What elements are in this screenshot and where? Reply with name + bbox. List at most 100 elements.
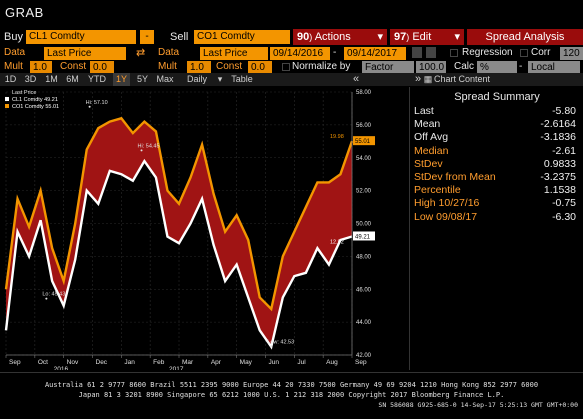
- summary-row-value: -3.2375: [540, 171, 576, 183]
- dropdown-arrow-icon: ▾: [377, 31, 383, 43]
- dropdown-arrow-icon: ▾: [454, 31, 460, 43]
- normalize-label: Normalize by: [292, 61, 351, 72]
- y-tick-label: 58.00: [356, 90, 372, 96]
- tab-1d[interactable]: 1D: [2, 73, 19, 86]
- extreme-label: Hi: 54.45: [138, 143, 160, 149]
- y-tick-label: 48.00: [356, 254, 372, 260]
- x-tick-label: Jan: [124, 359, 135, 366]
- calendar-icon[interactable]: [426, 47, 436, 58]
- summary-row-label: Off Avg: [414, 131, 449, 144]
- ticker-toolbar: Buy CL1 Comdty - Sell CO1 Comdty 90) Act…: [0, 29, 583, 45]
- chevron-down-icon[interactable]: ▾: [216, 73, 224, 86]
- end-date-input[interactable]: 09/14/2017: [344, 47, 406, 60]
- summary-row-value: 1.1538: [543, 184, 576, 197]
- buy-label: Buy: [4, 31, 23, 43]
- x-tick-label: Apr: [211, 359, 222, 366]
- spread-summary-panel: Spread Summary Last -5.80 Mean -2.6164 Off A…: [409, 87, 583, 370]
- extreme-marker: [140, 149, 143, 152]
- tab-1m[interactable]: 1M: [43, 73, 60, 86]
- edit-button[interactable]: 97) Edit ▾: [390, 29, 464, 45]
- x-tick-label: Jul: [297, 359, 306, 366]
- summary-row-label: High 10/27/16: [414, 197, 480, 210]
- mult-label: Mult: [4, 61, 23, 72]
- summary-row-value: -2.61: [552, 144, 576, 157]
- regression-checkbox[interactable]: [450, 49, 458, 57]
- extreme-marker: [270, 345, 273, 348]
- sell-data-select[interactable]: Last Price: [200, 47, 268, 60]
- x-tick-label: Oct: [38, 359, 48, 366]
- collapse-left-icon[interactable]: «: [350, 73, 362, 86]
- corr-window-input[interactable]: 120: [560, 47, 583, 60]
- frequency-select[interactable]: Daily: [180, 73, 214, 86]
- table-button[interactable]: Table: [228, 73, 256, 86]
- tab-ytd[interactable]: YTD: [85, 73, 109, 86]
- spread-analysis-button[interactable]: Spread Analysis: [467, 29, 583, 45]
- sell-label: Sell: [170, 31, 189, 43]
- summary-row-value: 0.9833: [543, 157, 576, 170]
- summary-row-label: Mean: [414, 118, 441, 131]
- extreme-marker: [88, 105, 91, 108]
- sell-data-label: Data: [158, 47, 180, 58]
- normalize-checkbox[interactable]: [282, 63, 290, 71]
- footer: Australia 61 2 9777 8600 Brazil 5511 239…: [0, 372, 583, 419]
- x-tick-label: Mar: [182, 359, 194, 366]
- extreme-label: Low: 42.53: [267, 339, 294, 345]
- tab-3d[interactable]: 3D: [22, 73, 39, 86]
- actions-label: Actions: [314, 31, 351, 43]
- sell-ticker-input[interactable]: CO1 Comdty: [194, 30, 290, 44]
- x-tick-label: Aug: [326, 359, 338, 366]
- data-row: Data Last Price ⇄ Data Last Price 09/14/…: [0, 46, 583, 60]
- summary-row-label: Percentile: [414, 184, 461, 197]
- x-tick-label: Dec: [96, 359, 108, 366]
- tab-max[interactable]: Max: [154, 73, 176, 86]
- corr-checkbox[interactable]: [520, 49, 528, 57]
- calc-label: Calc: [454, 61, 475, 72]
- start-date-input[interactable]: 09/14/2016: [270, 47, 330, 60]
- summary-title: Spread Summary: [454, 91, 540, 103]
- buy-ticker-input[interactable]: CL1 Comdty: [26, 30, 136, 44]
- corr-label: Corr: [531, 47, 551, 58]
- summary-row-label: StDev: [414, 157, 443, 170]
- y-tick-label: 50.00: [356, 222, 372, 228]
- spread-analysis-label: Spread Analysis: [485, 31, 565, 43]
- operator-select[interactable]: -: [140, 30, 154, 44]
- chart-content-button[interactable]: Chart Content: [434, 73, 494, 86]
- legend-cl1: CL1 Comdty 49.21: [12, 97, 58, 103]
- swap-icon[interactable]: ⇄: [136, 46, 145, 60]
- legend-title: Last Price: [12, 90, 36, 96]
- x-tick-label: Sep: [355, 359, 367, 366]
- y-tick-label: 44.00: [356, 320, 372, 326]
- chart-content-icon[interactable]: ▦: [422, 73, 434, 86]
- actions-button[interactable]: 90) Actions ▾: [293, 29, 387, 45]
- x-tick-label: Sep: [9, 359, 21, 366]
- spread-chart[interactable]: Hi: 57.10 Hi: 54.45 Lo: 45.43 Low: 42.53 55.…: [0, 87, 408, 373]
- summary-row-value: -2.6164: [540, 118, 576, 131]
- change-label: 12.92: [330, 239, 344, 245]
- sell-mult-label: Mult: [158, 61, 177, 72]
- tab-1y[interactable]: 1Y: [113, 73, 130, 86]
- extreme-label: Lo: 45.43: [42, 292, 65, 298]
- chart-svg: Hi: 57.10 Hi: 54.45 Lo: 45.43 Low: 42.53 55.…: [4, 90, 375, 373]
- edit-shortcut: 97: [394, 31, 407, 43]
- summary-row-label: Last: [414, 105, 434, 117]
- y-tick-label: 56.00: [356, 123, 372, 129]
- summary-row-label: Median: [414, 144, 449, 157]
- calendar-icon[interactable]: [412, 47, 422, 58]
- app-title: GRAB: [5, 5, 44, 20]
- extreme-marker: [45, 297, 48, 300]
- window-titlebar: GRAB: [0, 0, 583, 26]
- y-tick-label: 46.00: [356, 287, 372, 293]
- data-label: Data: [4, 47, 26, 58]
- footer-contacts-2: Japan 81 3 3201 8900 Singapore 65 6212 1…: [78, 391, 505, 399]
- buy-data-select[interactable]: Last Price: [44, 47, 126, 60]
- legend-swatch-co1: [5, 104, 9, 108]
- period-tabs: 1D 3D 1M 6M YTD 1Y 5Y Max Daily ▾ Table …: [0, 73, 583, 86]
- legend-swatch-cl1: [5, 97, 9, 101]
- tab-6m[interactable]: 6M: [64, 73, 81, 86]
- calc-separator: -: [519, 61, 523, 72]
- sell-const-label: Const: [216, 61, 243, 72]
- tab-5y[interactable]: 5Y: [134, 73, 151, 86]
- y-tick-label: 52.00: [356, 189, 372, 195]
- edit-label: Edit: [412, 31, 432, 43]
- extreme-label: Hi: 57.10: [86, 100, 108, 106]
